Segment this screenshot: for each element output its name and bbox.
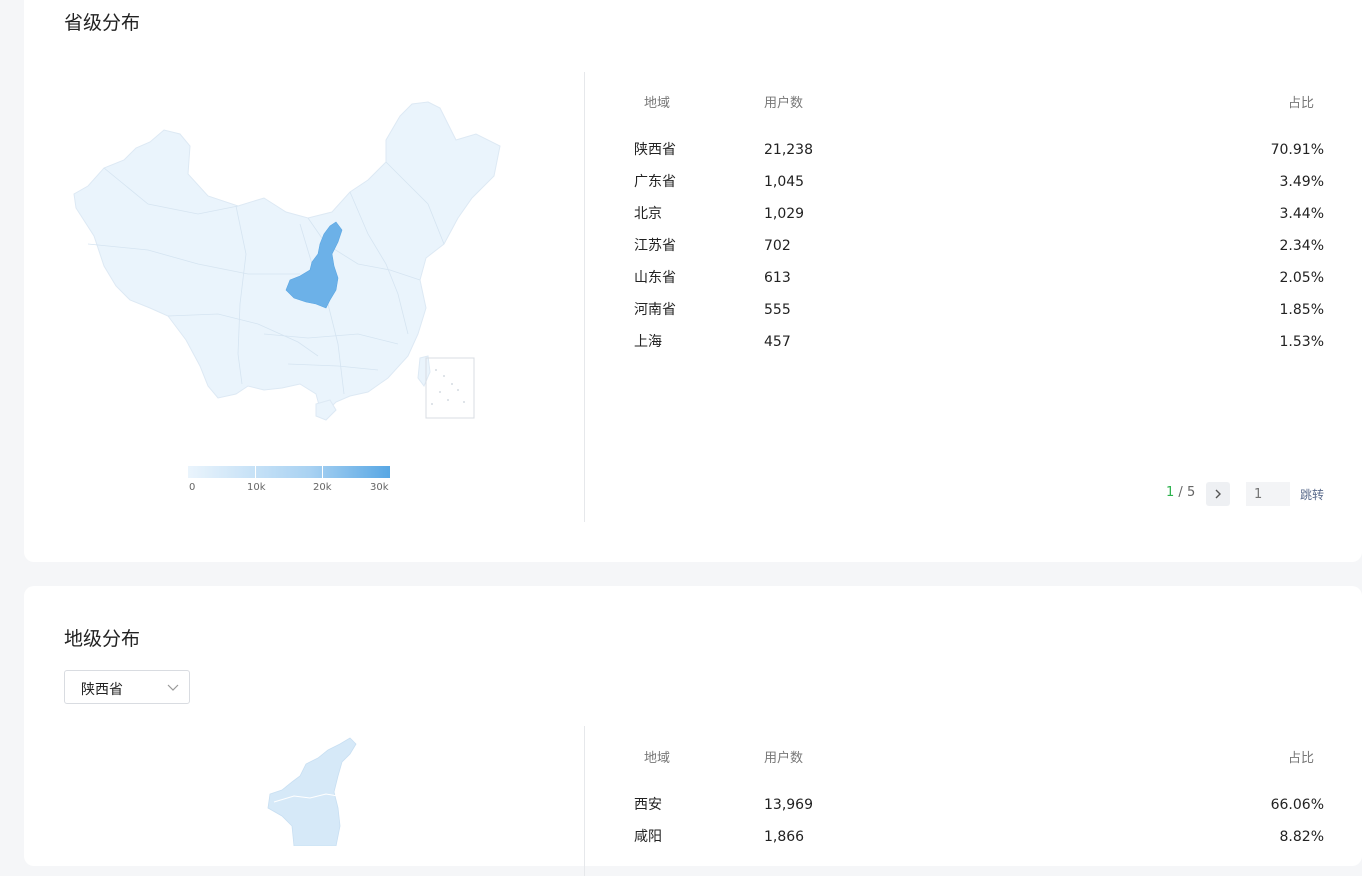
shaanxi-city-map[interactable] <box>254 736 374 846</box>
cell-region: 山东省 <box>634 270 676 286</box>
map-color-legend: 0 10k 20k 30k <box>188 466 390 498</box>
section-divider <box>584 726 585 876</box>
south-china-sea-inset <box>425 357 475 419</box>
province-section-title: 省级分布 <box>64 12 141 34</box>
table-row: 北京 1,029 3.44% <box>634 198 1324 230</box>
table-row: 江苏省 702 2.34% <box>634 230 1324 262</box>
cell-region: 咸阳 <box>634 829 662 845</box>
table-row: 河南省 555 1.85% <box>634 294 1324 326</box>
header-region: 地域 <box>644 751 671 766</box>
legend-tick: 20k <box>313 482 332 493</box>
cell-users: 1,029 <box>764 206 805 222</box>
next-page-button[interactable] <box>1206 482 1230 506</box>
south-china-sea-islands <box>431 369 465 405</box>
table-row: 咸阳 1,866 8.82% <box>634 821 1324 853</box>
cell-share: 1.85% <box>1279 302 1324 318</box>
header-share: 占比 <box>1287 96 1314 111</box>
cell-share: 3.49% <box>1279 174 1324 190</box>
jump-button[interactable]: 跳转 <box>1300 486 1324 503</box>
cell-users: 13,969 <box>764 797 813 813</box>
china-map-base <box>73 101 501 417</box>
legend-gradient-bar <box>188 466 390 478</box>
cell-region: 西安 <box>634 797 662 813</box>
cell-users: 457 <box>764 334 791 350</box>
china-province-map[interactable] <box>68 94 508 434</box>
cell-share: 2.05% <box>1279 270 1324 286</box>
table-row: 山东省 613 2.05% <box>634 262 1324 294</box>
cell-share: 3.44% <box>1279 206 1324 222</box>
cell-users: 1,045 <box>764 174 805 190</box>
table-header: 地域 用户数 占比 <box>634 747 1324 767</box>
cell-users: 555 <box>764 302 791 318</box>
cell-share: 2.34% <box>1279 238 1324 254</box>
header-share: 占比 <box>1287 751 1314 766</box>
jump-page-input[interactable] <box>1246 482 1290 506</box>
province-select-value: 陕西省 <box>81 682 123 698</box>
city-table: 地域 用户数 占比 西安 13,969 66.06% 咸阳 1,866 8.82… <box>634 747 1324 853</box>
chevron-down-icon <box>167 684 179 691</box>
cell-region: 江苏省 <box>634 238 676 254</box>
table-row: 上海 457 1.53% <box>634 326 1324 358</box>
cell-region: 陕西省 <box>634 142 676 158</box>
city-section-title: 地级分布 <box>64 628 141 650</box>
cell-users: 21,238 <box>764 142 813 158</box>
cell-users: 613 <box>764 270 791 286</box>
chevron-right-icon <box>1215 489 1221 499</box>
taiwan-island <box>417 355 431 387</box>
cell-share: 8.82% <box>1279 829 1324 845</box>
page-separator: / <box>1174 485 1187 500</box>
header-users: 用户数 <box>764 751 804 766</box>
legend-tick: 30k <box>370 482 389 493</box>
table-header: 地域 用户数 占比 <box>634 92 1324 112</box>
cell-region: 北京 <box>634 206 662 222</box>
cell-share: 1.53% <box>1279 334 1324 350</box>
province-table: 地域 用户数 占比 陕西省 21,238 70.91% 广东省 1,045 3.… <box>634 92 1324 358</box>
cell-region: 上海 <box>634 334 662 350</box>
table-pagination: 1 / 5 跳转 <box>1164 482 1354 506</box>
total-pages: 5 <box>1186 485 1196 500</box>
legend-ticks: 0 10k 20k 30k <box>188 482 390 498</box>
legend-tick: 0 <box>189 482 196 493</box>
table-row: 西安 13,969 66.06% <box>634 789 1324 821</box>
province-select[interactable]: 陕西省 <box>64 670 190 704</box>
table-row: 陕西省 21,238 70.91% <box>634 134 1324 166</box>
cell-share: 70.91% <box>1270 142 1324 158</box>
page-indicator: 1 / 5 <box>1166 485 1195 500</box>
header-users: 用户数 <box>764 96 804 111</box>
table-row: 广东省 1,045 3.49% <box>634 166 1324 198</box>
legend-tick: 10k <box>247 482 266 493</box>
province-distribution-card: 省级分布 0 10k 20k 30k 地域 用户数 占比 陕西省 21,238 … <box>24 0 1362 562</box>
section-divider <box>584 72 585 522</box>
cell-users: 702 <box>764 238 791 254</box>
shaanxi-map-shape <box>267 737 357 846</box>
cell-users: 1,866 <box>764 829 805 845</box>
cell-region: 河南省 <box>634 302 676 318</box>
header-region: 地域 <box>644 96 671 111</box>
cell-region: 广东省 <box>634 174 676 190</box>
cell-share: 66.06% <box>1270 797 1324 813</box>
city-distribution-card: 地级分布 陕西省 地域 用户数 占比 西安 13,969 66.06% 咸阳 1… <box>24 586 1362 876</box>
